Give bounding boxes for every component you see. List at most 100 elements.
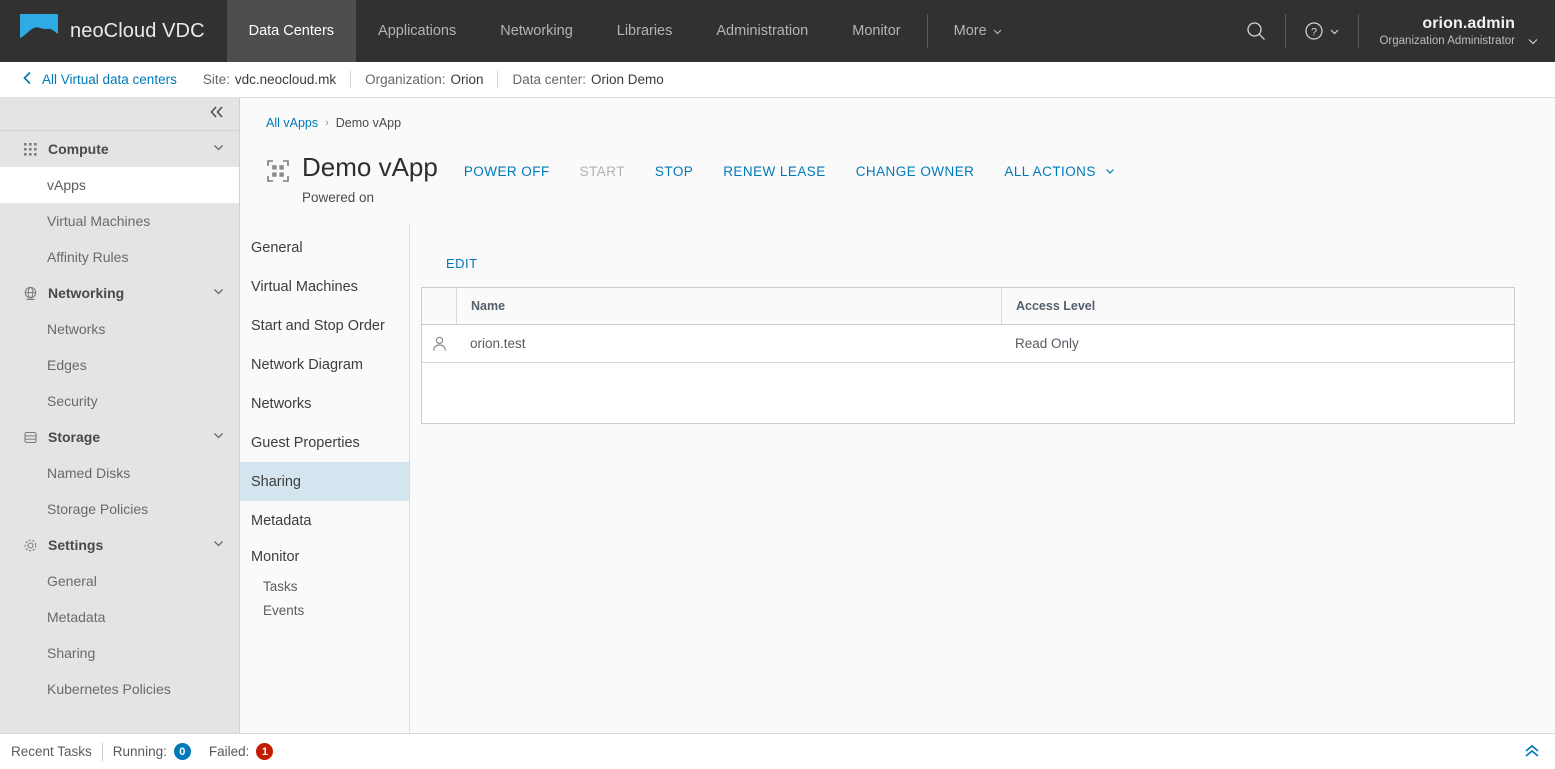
table-row[interactable]: orion.test Read Only	[422, 325, 1514, 364]
breadcrumb-divider-1	[350, 71, 352, 88]
status-text: Powered on	[302, 190, 375, 206]
nav-item-networking[interactable]: Networking	[478, 0, 595, 62]
brand-title: neoCloud VDC	[70, 19, 205, 42]
help-icon[interactable]: ?	[1286, 0, 1358, 62]
sidebar-collapse-button[interactable]	[0, 98, 239, 131]
sidebar-group-networking[interactable]: Networking	[0, 275, 239, 311]
breadcrumb-site-label: Site:	[202, 72, 230, 87]
content-split: General Virtual Machines Start and Stop …	[240, 225, 1555, 733]
tab-general[interactable]: General	[240, 228, 409, 267]
nav-item-more[interactable]: More	[932, 0, 1025, 62]
breadcrumb-data-center: Data center: Orion Demo	[512, 72, 663, 87]
chevron-down-icon	[1105, 164, 1115, 179]
sidebar-item-security[interactable]: Security	[0, 383, 239, 419]
chevron-down-icon	[212, 285, 225, 301]
breadcrumb-organization-label: Organization:	[365, 72, 446, 87]
nav-item-monitor[interactable]: Monitor	[830, 0, 922, 62]
tab-virtual-machines[interactable]: Virtual Machines	[240, 267, 409, 306]
table-header-access-level[interactable]: Access Level	[1001, 288, 1514, 325]
tab-metadata[interactable]: Metadata	[240, 501, 409, 540]
breadcrumb-site: Site: vdc.neocloud.mk	[203, 72, 336, 87]
application-window: neoCloud VDC Data Centers Applications N…	[0, 0, 1555, 769]
svg-text:?: ?	[1311, 26, 1317, 38]
globe-icon	[22, 285, 38, 301]
chevron-left-icon	[22, 71, 33, 88]
stop-button[interactable]: STOP	[640, 164, 708, 179]
tab-start-and-stop-order[interactable]: Start and Stop Order	[240, 306, 409, 345]
nav-item-libraries[interactable]: Libraries	[595, 0, 695, 62]
tab-networks[interactable]: Networks	[240, 384, 409, 423]
user-role: Organization Administrator	[1379, 34, 1515, 47]
recent-tasks-label[interactable]: Recent Tasks	[11, 744, 92, 759]
tab-monitor-tasks[interactable]: Tasks	[240, 574, 409, 598]
sidebar-item-storage-policies[interactable]: Storage Policies	[0, 491, 239, 527]
tab-sharing[interactable]: Sharing	[240, 462, 409, 502]
table-header-row: Name Access Level	[422, 288, 1514, 326]
page-title: Demo vApp	[302, 152, 438, 182]
sidebar-item-general[interactable]: General	[0, 563, 239, 599]
chevron-down-icon	[212, 429, 225, 445]
table-header-icon	[422, 288, 456, 324]
nav-item-applications[interactable]: Applications	[356, 0, 478, 62]
main-content: All vApps › Demo vApp Demo vApp Powered …	[240, 98, 1555, 733]
sidebar-item-named-disks[interactable]: Named Disks	[0, 455, 239, 491]
sidebar-item-virtual-machines[interactable]: Virtual Machines	[0, 203, 239, 239]
running-tasks-stat[interactable]: Running: 0	[113, 743, 191, 760]
nav-item-data-centers[interactable]: Data Centers	[226, 0, 357, 62]
left-sidebar: Compute vApps Virtual Machines Affinity …	[0, 98, 240, 733]
table-empty-space	[422, 363, 1514, 423]
search-icon[interactable]	[1227, 0, 1285, 62]
gear-icon	[22, 537, 38, 553]
sidebar-item-networks[interactable]: Networks	[0, 311, 239, 347]
edit-button[interactable]: EDIT	[446, 256, 478, 271]
cloud-logo-icon	[20, 14, 58, 48]
breadcrumb-all-vapps-link[interactable]: All vApps	[266, 116, 318, 130]
sidebar-item-affinity-rules[interactable]: Affinity Rules	[0, 239, 239, 275]
change-owner-button[interactable]: CHANGE OWNER	[841, 164, 990, 179]
user-icon	[422, 325, 456, 362]
tab-monitor-events[interactable]: Events	[240, 598, 409, 622]
renew-lease-button[interactable]: RENEW LEASE	[708, 164, 840, 179]
user-info: orion.admin Organization Administrator	[1379, 14, 1515, 48]
tab-network-diagram[interactable]: Network Diagram	[240, 345, 409, 384]
action-toolbar: POWER OFF START STOP RENEW LEASE CHANGE …	[464, 164, 1130, 179]
table-header-name[interactable]: Name	[456, 288, 1001, 325]
vapp-icon	[266, 159, 290, 183]
user-chevron-down-icon	[1527, 34, 1539, 62]
sidebar-item-vapps[interactable]: vApps	[0, 167, 239, 203]
sidebar-item-edges[interactable]: Edges	[0, 347, 239, 383]
sidebar-item-kubernetes-policies[interactable]: Kubernetes Policies	[0, 671, 239, 707]
main-header: All vApps › Demo vApp Demo vApp Powered …	[240, 98, 1555, 205]
help-chevron-down-icon	[1329, 26, 1340, 37]
all-actions-label: ALL ACTIONS	[1004, 164, 1096, 179]
sidebar-group-storage-label: Storage	[48, 429, 101, 445]
sidebar-group-settings-label: Settings	[48, 537, 104, 553]
sidebar-group-storage[interactable]: Storage	[0, 419, 239, 455]
breadcrumb-data-center-label: Data center:	[512, 72, 587, 87]
power-off-button[interactable]: POWER OFF	[464, 164, 565, 179]
context-breadcrumb-bar: All Virtual data centers Site: vdc.neocl…	[0, 62, 1555, 98]
running-label: Running:	[112, 744, 167, 759]
chevron-double-up-icon[interactable]	[1523, 744, 1541, 759]
header-right-tools: ? orion.admin Organization Administrator	[1227, 0, 1555, 62]
sidebar-group-compute[interactable]: Compute	[0, 131, 239, 167]
collapse-left-icon	[209, 105, 225, 124]
nav-item-administration[interactable]: Administration	[694, 0, 830, 62]
brand[interactable]: neoCloud VDC	[0, 0, 227, 62]
tab-monitor[interactable]: Monitor	[240, 540, 409, 574]
chevron-down-icon	[212, 141, 225, 157]
chevron-down-icon	[212, 537, 225, 553]
sidebar-item-sharing[interactable]: Sharing	[0, 635, 239, 671]
title-block: Demo vApp Powered on	[302, 152, 438, 206]
primary-nav: Data Centers Applications Networking Lib…	[226, 0, 1228, 62]
tab-guest-properties[interactable]: Guest Properties	[240, 423, 409, 462]
failed-tasks-stat[interactable]: Failed: 1	[209, 743, 274, 760]
back-to-all-vdcs-link[interactable]: All Virtual data centers	[22, 71, 177, 88]
all-actions-button[interactable]: ALL ACTIONS	[989, 164, 1130, 179]
database-icon	[22, 429, 38, 445]
user-menu[interactable]: orion.admin Organization Administrator	[1359, 0, 1555, 62]
sidebar-group-settings[interactable]: Settings	[0, 527, 239, 563]
status-bar: Recent Tasks Running: 0 Failed: 1	[0, 733, 1555, 769]
sidebar-item-metadata[interactable]: Metadata	[0, 599, 239, 635]
breadcrumb-current: Demo vApp	[335, 116, 402, 130]
